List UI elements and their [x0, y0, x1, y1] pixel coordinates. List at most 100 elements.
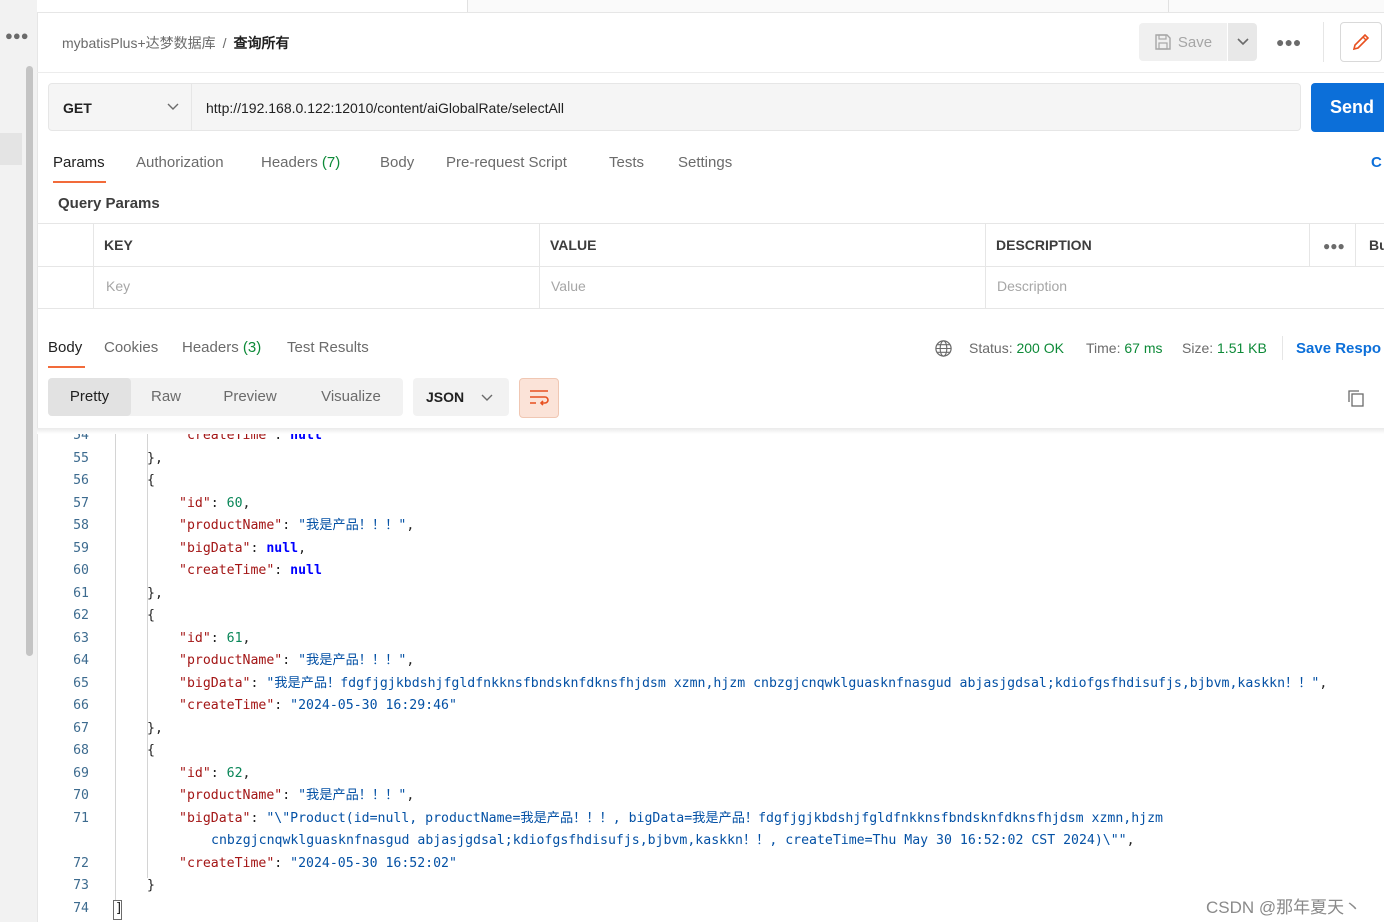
sidebar-scrollbar[interactable] — [26, 66, 33, 656]
code-token: "productName" — [179, 518, 283, 533]
tab-params[interactable]: Params — [53, 154, 105, 171]
code-token: { — [147, 608, 155, 623]
code-token: "2024-05-30 16:52:02" — [290, 855, 457, 871]
code-token: null — [290, 563, 322, 578]
ellipsis-icon[interactable]: ●●● — [5, 28, 29, 43]
line-number: 72 — [73, 855, 89, 871]
chevron-down-icon — [1236, 38, 1249, 46]
code-text: "createTime": "2024-05-30 16:29:46" — [179, 695, 457, 717]
breadcrumb-collection[interactable]: mybatisPlus+达梦数据库 — [62, 35, 216, 51]
code-text: }, — [147, 583, 163, 605]
status-value[interactable]: 200 OK — [1016, 340, 1063, 356]
code-token: { — [147, 743, 155, 758]
status-label: Status: — [969, 340, 1013, 356]
response-tab-test-results[interactable]: Test Results — [287, 339, 369, 356]
code-token: cnbzgjcnqwklguasknfnasgud abjasjgdsal;kd… — [211, 833, 1127, 848]
method-label: GET — [63, 100, 92, 116]
tab-pre-request-script[interactable]: Pre-request Script — [446, 154, 567, 171]
view-raw[interactable]: Raw — [136, 378, 196, 416]
request-tab[interactable] — [468, 0, 1169, 12]
breadcrumb-request-name[interactable]: 查询所有 — [234, 35, 290, 51]
code-text: "id": 61, — [179, 628, 251, 650]
format-select[interactable]: JSON — [413, 378, 509, 416]
size-value[interactable]: 1.51 KB — [1217, 340, 1267, 356]
url-text[interactable]: http://192.168.0.122:12010/content/aiGlo… — [206, 100, 564, 116]
save-dropdown-button[interactable] — [1228, 23, 1257, 61]
request-tab[interactable] — [37, 0, 468, 12]
view-preview[interactable]: Preview — [206, 378, 294, 416]
tab-label: Cookies — [104, 339, 159, 356]
code-token: "productName" — [179, 788, 283, 803]
bulk-edit-link[interactable]: Bu — [1369, 237, 1384, 253]
code-token: "id" — [179, 495, 211, 511]
tab-label: Body — [380, 154, 415, 171]
code-text: cnbzgjcnqwklguasknfnasgud abjasjgdsal;kd… — [211, 830, 1135, 852]
cookies-link[interactable]: C — [1371, 154, 1382, 171]
save-icon — [1155, 34, 1171, 50]
code-token: } — [147, 878, 155, 893]
code-token: : — [210, 630, 227, 646]
url-input[interactable]: http://192.168.0.122:12010/content/aiGlo… — [192, 83, 1301, 131]
tab-tests[interactable]: Tests — [609, 154, 644, 171]
key-input[interactable]: Key — [106, 278, 130, 294]
column-divider — [539, 224, 540, 308]
code-line: 74] — [37, 898, 1384, 920]
response-tab-body[interactable]: Body — [48, 339, 82, 356]
tab-label: Tests — [609, 154, 645, 171]
view-visualize[interactable]: Visualize — [304, 378, 398, 416]
wrap-lines-button[interactable] — [519, 378, 559, 418]
line-number: 69 — [73, 765, 89, 781]
code-token: 61 — [226, 630, 243, 646]
code-text: { — [147, 605, 155, 627]
description-input[interactable]: Description — [997, 278, 1067, 294]
code-line: 55}, — [37, 448, 1384, 470]
tab-authorization[interactable]: Authorization — [136, 154, 224, 171]
code-text: { — [147, 740, 155, 762]
sidebar-selected-item[interactable] — [0, 133, 22, 165]
method-select[interactable]: GET — [48, 83, 192, 131]
send-button[interactable]: Send — [1311, 83, 1384, 132]
pencil-icon — [1352, 33, 1370, 51]
line-number: 74 — [73, 900, 89, 916]
chevron-down-icon — [167, 103, 179, 110]
code-token: "id" — [179, 765, 211, 781]
response-tab-headers[interactable]: Headers (3) — [182, 339, 261, 356]
code-line: 70 "productName": "我是产品！！！", — [37, 785, 1384, 807]
time-value[interactable]: 67 ms — [1124, 340, 1162, 356]
code-token: null — [266, 540, 299, 556]
tab-label: Params — [53, 154, 105, 171]
left-sidebar-strip: ●●● — [0, 0, 38, 922]
column-options-icon[interactable]: ●●● — [1323, 239, 1345, 253]
tab-headers[interactable]: Headers (7) — [261, 154, 340, 171]
status-readout: Status: 200 OK — [969, 340, 1064, 356]
tab-count: (3) — [242, 339, 262, 356]
column-divider — [93, 224, 94, 308]
response-body-editor[interactable]: 54 "createTime": null 55}, 56{57 "id": 60, 58… — [37, 428, 1384, 922]
code-token: , — [242, 630, 251, 646]
code-token: : — [210, 765, 227, 781]
tab-settings[interactable]: Settings — [678, 154, 732, 171]
column-divider — [1355, 224, 1356, 266]
save-button[interactable]: Save — [1139, 23, 1227, 61]
response-tab-cookies[interactable]: Cookies — [104, 339, 158, 356]
value-input[interactable]: Value — [551, 278, 586, 294]
view-pretty[interactable]: Pretty — [48, 378, 131, 416]
bracket-match-highlight — [113, 899, 122, 920]
code-token: : — [210, 495, 227, 511]
save-response-button[interactable]: Save Respo — [1296, 340, 1381, 357]
code-line: 63 "id": 61, — [37, 628, 1384, 650]
code-line: 60 "createTime": null — [37, 560, 1384, 582]
more-actions-icon[interactable]: ●●● — [1276, 34, 1301, 50]
code-text: "createTime": null — [179, 560, 322, 582]
globe-icon[interactable] — [934, 339, 953, 358]
code-text: "id": 60, — [179, 493, 251, 515]
line-number: 70 — [73, 788, 89, 803]
code-line: 65 "bigData": "我是产品！fdgfjgjkbdshjfgldfnkk… — [37, 673, 1384, 695]
line-number: 57 — [73, 495, 89, 511]
edit-button[interactable] — [1340, 22, 1382, 62]
copy-icon[interactable] — [1346, 388, 1366, 408]
tab-body[interactable]: Body — [380, 154, 414, 171]
query-params-title: Query Params — [58, 195, 160, 212]
code-token: "我是产品！！！" — [298, 653, 407, 668]
line-number: 59 — [73, 540, 89, 556]
